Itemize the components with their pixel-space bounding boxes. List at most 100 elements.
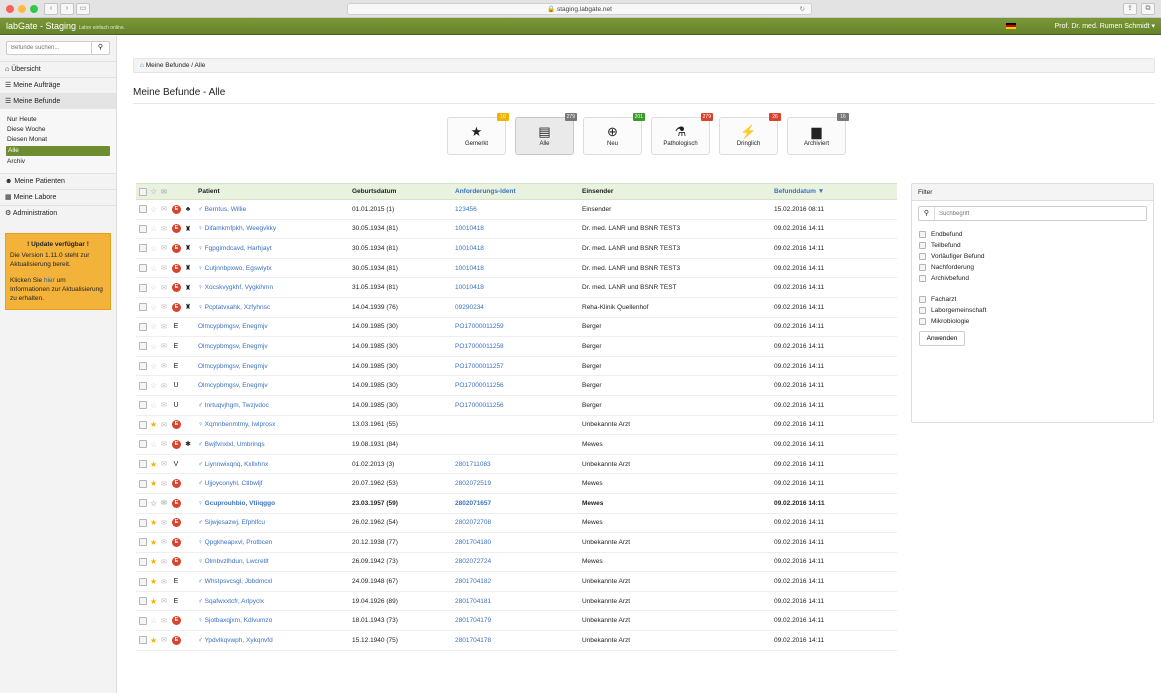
table-row[interactable]: ☆ ✉ E ♜ ♀ Cutjnnbpxwo, Egswiytx 30.05.19… bbox=[136, 259, 897, 279]
row-checkbox[interactable] bbox=[139, 264, 147, 273]
table-row[interactable]: ☆ ✉ E ♜ ♀ Xocskvygkhf, Vygkihmn 31.05.19… bbox=[136, 278, 897, 298]
sidebar-item-befunde[interactable]: ☰ Meine Befunde bbox=[0, 93, 116, 109]
table-row[interactable]: ☆ ✉ E Olmcypbmgsv, Enegmjv 14.09.1985 (3… bbox=[136, 337, 897, 357]
ident-link[interactable]: PO17000011256 bbox=[455, 402, 582, 409]
ident-link[interactable]: 10010418 bbox=[455, 225, 582, 232]
category-dringlich[interactable]: 26 ⚡ Dringlich bbox=[719, 113, 781, 155]
breadcrumb-befunde[interactable]: Meine Befunde bbox=[146, 62, 190, 69]
befunde-search-input[interactable] bbox=[6, 41, 92, 55]
table-row[interactable]: ☆ ✉ U ♂ Inrtuqvjhgm, Twzjvdoc 14.09.1985… bbox=[136, 396, 897, 416]
filter-checkbox[interactable] bbox=[919, 231, 926, 238]
sidebar-toggle-icon[interactable]: ▭ bbox=[76, 3, 90, 15]
filter-checkbox[interactable] bbox=[919, 253, 926, 260]
url-bar[interactable]: 🔒 staging.labgate.net ↻ bbox=[347, 3, 812, 15]
th-befunddatum[interactable]: Befunddatum ▼ bbox=[774, 188, 894, 195]
table-row[interactable]: ☆ ✉ E ♜ ♀ Fgpgimdcavd, Harhjayt 30.05.19… bbox=[136, 239, 897, 259]
patient-link[interactable]: ♀ Xocskvygkhf, Vygkihmn bbox=[198, 284, 352, 291]
table-row[interactable]: ☆ ✉ E Olmcypbmgsv, Enegmjv 14.09.1985 (3… bbox=[136, 357, 897, 377]
star-icon[interactable]: ☆ bbox=[150, 440, 158, 449]
table-row[interactable]: ☆ ✉ E ✱ ♂ Bwjfvnxlxl, Umbrinqs 19.08.193… bbox=[136, 435, 897, 455]
ident-link[interactable]: 10010418 bbox=[455, 284, 582, 291]
category-pathologisch[interactable]: 279 ⚗ Pathologisch bbox=[651, 113, 713, 155]
star-icon[interactable]: ☆ bbox=[150, 362, 158, 371]
row-checkbox[interactable] bbox=[139, 401, 147, 410]
sidebar-item-labore[interactable]: ▦ Meine Labore bbox=[0, 189, 116, 205]
ident-link[interactable]: 2801704178 bbox=[455, 637, 582, 644]
minimize-window-button[interactable] bbox=[18, 5, 26, 13]
star-icon[interactable]: ☆ bbox=[150, 616, 158, 625]
subnav-alle[interactable]: Alle bbox=[6, 146, 110, 156]
close-window-button[interactable] bbox=[6, 5, 14, 13]
row-checkbox[interactable] bbox=[139, 518, 147, 527]
back-button[interactable]: ‹ bbox=[44, 3, 58, 15]
patient-link[interactable]: ♀ Xqmnbenmtmy, Iwlprosx bbox=[198, 421, 352, 428]
row-checkbox[interactable] bbox=[139, 479, 147, 488]
row-checkbox[interactable] bbox=[139, 420, 147, 429]
filter-option[interactable]: Nachforderung bbox=[919, 262, 1153, 273]
table-row[interactable]: ★ ✉ E ♀ Olmbvzlhdun, Lwcretlt 26.09.1942… bbox=[136, 553, 897, 573]
table-row[interactable]: ☆ ✉ U Olmcypbmgsv, Enegmjv 14.09.1985 (3… bbox=[136, 376, 897, 396]
star-icon[interactable]: ☆ bbox=[150, 401, 158, 410]
table-row[interactable]: ☆ ✉ E Olmcypbmgsv, Enegmjv 14.09.1985 (3… bbox=[136, 318, 897, 338]
zoom-window-button[interactable] bbox=[30, 5, 38, 13]
filter-option[interactable]: Laborgemeinschaft bbox=[919, 305, 1153, 316]
sidebar-item-auftraege[interactable]: ☰ Meine Aufträge bbox=[0, 77, 116, 93]
filter-option[interactable]: Endbefund bbox=[919, 229, 1153, 240]
star-icon[interactable]: ★ bbox=[150, 597, 158, 606]
patient-link[interactable]: ♂ Sqafwxxtcfr, Arlpyclx bbox=[198, 598, 352, 605]
star-icon[interactable]: ☆ bbox=[150, 342, 158, 351]
ident-link[interactable]: 2801704179 bbox=[455, 617, 582, 624]
language-flag-icon[interactable] bbox=[1006, 23, 1016, 29]
subnav-nur-heute[interactable]: Nur Heute bbox=[0, 115, 116, 125]
ident-link[interactable]: 2801711083 bbox=[455, 461, 582, 468]
ident-link[interactable]: 2801704181 bbox=[455, 598, 582, 605]
filter-search-input[interactable] bbox=[935, 207, 1146, 220]
patient-link[interactable]: ♀ Sjotbaxqjxm, Kdlvumzo bbox=[198, 617, 352, 624]
patient-link[interactable]: ♀ Cutjnnbpxwo, Egswiytx bbox=[198, 265, 352, 272]
patient-link[interactable]: Olmcypbmgsv, Enegmjv bbox=[198, 323, 352, 330]
ident-link[interactable]: PO17000011256 bbox=[455, 382, 582, 389]
ident-link[interactable]: 10010418 bbox=[455, 265, 582, 272]
table-row[interactable]: ★ ✉ V ♂ Liynnwixqnq, Kxllxhnx 01.02.2013… bbox=[136, 455, 897, 475]
row-checkbox[interactable] bbox=[139, 440, 147, 449]
ident-link[interactable]: 10010418 bbox=[455, 245, 582, 252]
category-archiviert[interactable]: 16 ▆ Archiviert bbox=[787, 113, 849, 155]
forward-button[interactable]: › bbox=[60, 3, 74, 15]
star-icon[interactable]: ★ bbox=[150, 420, 158, 429]
sidebar-item-patienten[interactable]: ☻ Meine Patienten bbox=[0, 173, 116, 189]
filter-checkbox[interactable] bbox=[919, 307, 926, 314]
table-row[interactable]: ☆ ✉ E ♣ ♂ Berntus, Willie 01.01.2015 (1)… bbox=[136, 200, 897, 220]
table-row[interactable]: ☆ ✉ E ♜ ♀ Pcptatvxahk, Xzfyhnsc 14.04.19… bbox=[136, 298, 897, 318]
category-alle[interactable]: 279 ▤ Alle bbox=[515, 113, 577, 155]
star-icon[interactable]: ☆ bbox=[150, 381, 158, 390]
row-checkbox[interactable] bbox=[139, 322, 147, 331]
star-icon[interactable]: ★ bbox=[150, 557, 158, 566]
star-icon[interactable]: ☆ bbox=[150, 499, 158, 508]
th-ident[interactable]: Anforderungs-Ident bbox=[455, 188, 582, 195]
table-row[interactable]: ★ ✉ E ♂ Whstpsvcsgl, Jbbdmcxl 24.09.1948… bbox=[136, 572, 897, 592]
patient-link[interactable]: ♂ Liynnwixqnq, Kxllxhnx bbox=[198, 461, 352, 468]
star-icon[interactable]: ☆ bbox=[150, 224, 158, 233]
filter-checkbox[interactable] bbox=[919, 275, 926, 282]
apply-filter-button[interactable]: Anwenden bbox=[919, 331, 965, 346]
patient-link[interactable]: Olmcypbmgsv, Enegmjv bbox=[198, 382, 352, 389]
filter-option[interactable]: Vorläufiger Befund bbox=[919, 251, 1153, 262]
table-row[interactable]: ★ ✉ E ♀ Qpgkheapxvl, Protbcen 20.12.1938… bbox=[136, 533, 897, 553]
table-row[interactable]: ★ ✉ E ♂ Sqafwxxtcfr, Arlpyclx 19.04.1926… bbox=[136, 592, 897, 612]
star-icon[interactable]: ★ bbox=[150, 518, 158, 527]
home-icon[interactable]: ⌂ bbox=[140, 62, 144, 69]
patient-link[interactable]: ♀ Qpgkheapxvl, Protbcen bbox=[198, 539, 352, 546]
ident-link[interactable]: 2802071657 bbox=[455, 500, 582, 507]
row-checkbox[interactable] bbox=[139, 557, 147, 566]
star-icon[interactable]: ☆ bbox=[150, 283, 158, 292]
ident-link[interactable]: PO17000011257 bbox=[455, 363, 582, 370]
subnav-diese-woche[interactable]: Diese Woche bbox=[0, 125, 116, 135]
table-row[interactable]: ☆ ✉ E ♀ Gcuprouhbio, Vtiiqggo 23.03.1957… bbox=[136, 494, 897, 514]
row-checkbox[interactable] bbox=[139, 499, 147, 508]
star-icon[interactable]: ☆ bbox=[150, 322, 158, 331]
table-row[interactable]: ★ ✉ E ♂ Ujjoyconyhl, Ctlbwljf 20.07.1962… bbox=[136, 474, 897, 494]
row-checkbox[interactable] bbox=[139, 616, 147, 625]
share-icon[interactable]: ⇪ bbox=[1123, 3, 1137, 15]
search-icon[interactable]: ⚲ bbox=[92, 41, 110, 55]
patient-link[interactable]: ♀ Difamkmfpkh, Weegvkky bbox=[198, 225, 352, 232]
